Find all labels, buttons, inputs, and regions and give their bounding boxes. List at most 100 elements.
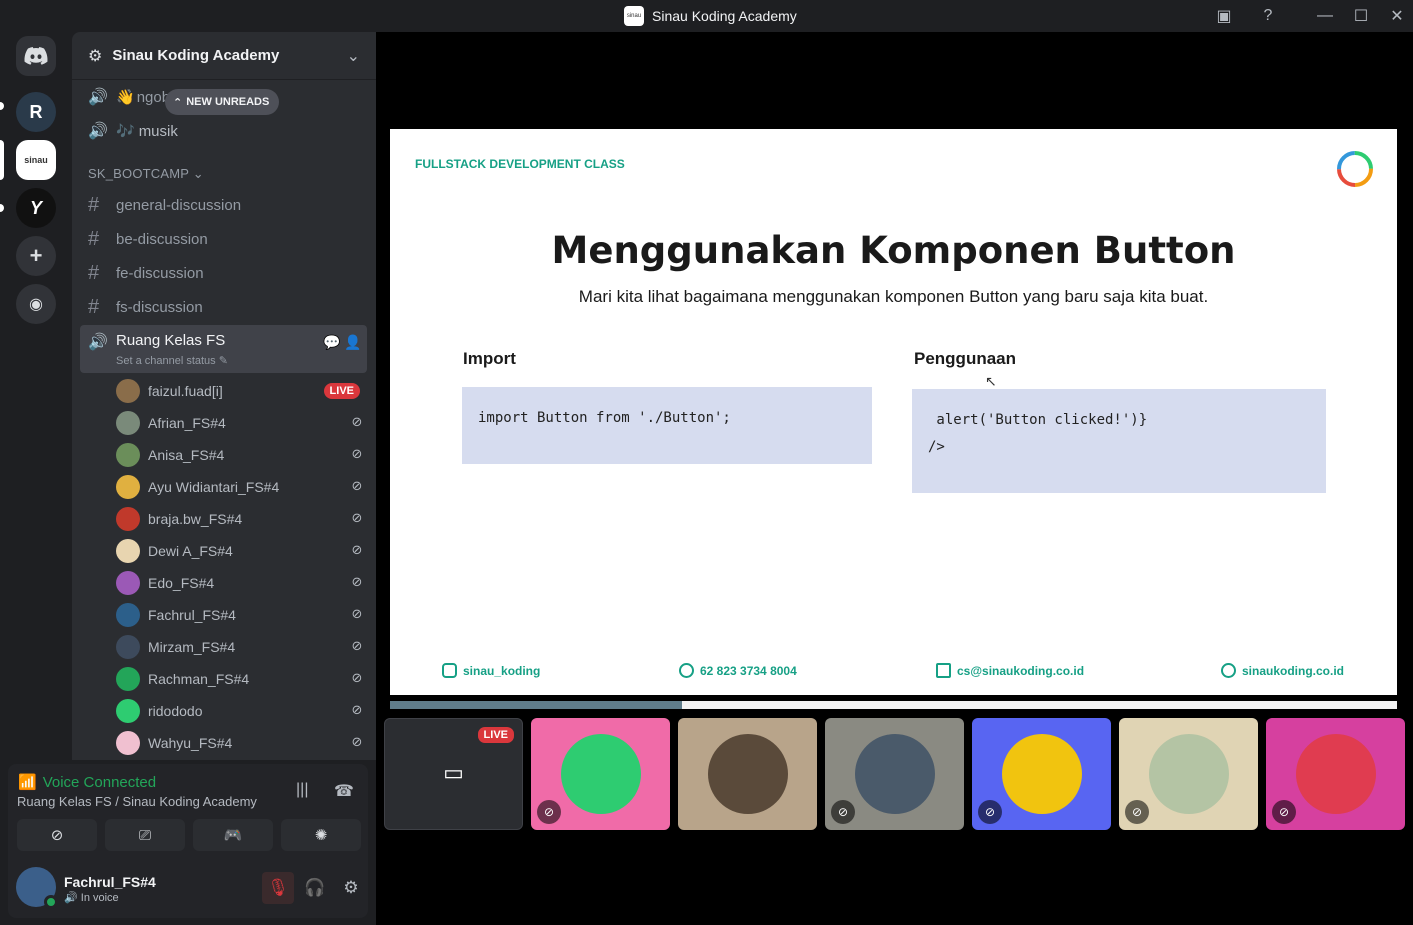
screen-share-button[interactable]: ⎚	[105, 819, 185, 851]
avatar	[1148, 734, 1229, 814]
username[interactable]: Fachrul_FS#4	[64, 874, 156, 890]
stream-progress-bar	[390, 701, 1397, 709]
chat-icon[interactable]: 💬	[323, 334, 340, 351]
chevron-down-icon: ⌄	[346, 47, 360, 65]
channel-status-input[interactable]: Set a channel status ✎	[116, 354, 228, 367]
unread-pill	[0, 102, 4, 110]
participant-tile[interactable]: ⊘	[825, 718, 964, 830]
member-name: Wahyu_FS#4	[148, 735, 233, 751]
hash-icon: #	[88, 295, 100, 318]
channel-musik[interactable]: 🔊 🎶 musik	[80, 115, 368, 147]
voice-member[interactable]: Ayu Widiantari_FS#4 ⊘	[116, 472, 366, 502]
user-status-text: In voice	[80, 892, 119, 904]
channel-general-discussion[interactable]: # general-discussion	[80, 189, 368, 221]
soundboard-button[interactable]: ✺	[281, 819, 361, 851]
channel-fs-discussion[interactable]: # fs-discussion	[80, 291, 368, 323]
instagram-contact: sinau_koding	[442, 663, 540, 678]
voice-connected-status[interactable]: 📶 Voice Connected	[18, 773, 156, 792]
slide-subtitle: Mari kita lihat bagaimana menggunakan ko…	[578, 287, 1209, 306]
member-name: braja.bw_FS#4	[148, 511, 243, 527]
invite-icon[interactable]: 👤	[344, 334, 361, 351]
mic-muted-icon: ⊘	[351, 734, 363, 749]
help-icon[interactable]: ?	[1256, 4, 1280, 28]
member-name: Rachman_FS#4	[148, 671, 250, 687]
speaker-icon: 🔊	[88, 89, 108, 106]
r-server-icon[interactable]: R	[16, 92, 56, 132]
channel-status-label: Set a channel status	[116, 355, 216, 367]
add-server-icon[interactable]: +	[16, 236, 56, 276]
settings-button[interactable]: ⚙	[335, 872, 367, 904]
channel-name: fe-discussion	[116, 264, 204, 282]
voice-member[interactable]: Edo_FS#4 ⊘	[116, 568, 366, 598]
email-contact: cs@sinaukoding.co.id	[936, 663, 1084, 678]
stream-stage[interactable]: FULLSTACK DEVELOPMENT CLASS Menggunakan …	[376, 32, 1413, 925]
voice-member[interactable]: Dewi A_FS#4 ⊘	[116, 536, 366, 566]
voice-member[interactable]: Rachman_FS#4 ⊘	[116, 664, 366, 694]
mic-muted-icon: ⊘	[351, 446, 363, 461]
website-contact: sinaukoding.co.id	[1221, 663, 1344, 678]
mic-muted-icon: ⊘	[351, 670, 363, 685]
server-name: Sinau Koding Academy	[112, 47, 280, 64]
mouse-cursor-icon: ↖	[985, 373, 997, 389]
mic-off-icon: 🎙	[267, 878, 289, 897]
channel-fe-discussion[interactable]: # fe-discussion	[80, 257, 368, 289]
voice-member[interactable]: Wahyu_FS#4 ⊘	[116, 728, 366, 758]
minimize-button[interactable]: —	[1313, 4, 1337, 28]
voice-member[interactable]: Mirzam_FS#4 ⊘	[116, 632, 366, 662]
voice-channel-name: Ruang Kelas FS	[116, 332, 226, 349]
deafen-button[interactable]: 🎧	[299, 872, 331, 904]
avatar	[116, 699, 140, 723]
voice-member[interactable]: braja.bw_FS#4 ⊘	[116, 504, 366, 534]
slide-title: Menggunakan Komponen Button	[551, 229, 1236, 272]
avatar	[707, 734, 788, 814]
voice-channel-active[interactable]: 🔊 Ruang Kelas FS Set a channel status ✎ …	[80, 325, 367, 373]
stream-progress-fill	[390, 701, 683, 709]
channel-be-discussion[interactable]: # be-discussion	[80, 223, 368, 255]
voice-member[interactable]: Afrian_FS#4 ⊘	[116, 408, 366, 438]
chevron-down-icon: ⌄	[192, 166, 204, 181]
avatar	[116, 731, 140, 755]
mic-muted-icon: ⊘	[351, 606, 363, 621]
discord-home-icon[interactable]	[16, 36, 56, 76]
member-name: Anisa_FS#4	[148, 447, 225, 463]
voice-member[interactable]: faizul.fuad[i] LIVE	[116, 376, 366, 406]
new-unreads-button[interactable]: ⌃ NEW UNREADS	[165, 89, 280, 115]
activity-button[interactable]: 🎮	[193, 819, 273, 851]
sinau-server-icon[interactable]: sinau	[16, 140, 56, 180]
stream-tile[interactable]: ▭ LIVE	[384, 718, 523, 830]
member-name: ridododo	[148, 703, 203, 719]
mic-muted-icon: ⊘	[1125, 800, 1149, 824]
live-badge: LIVE	[323, 383, 360, 399]
signal-icon: 📶	[18, 774, 37, 791]
voice-member[interactable]: Anisa_FS#4 ⊘	[116, 440, 366, 470]
maximize-button[interactable]: ☐	[1349, 4, 1373, 28]
email-address: cs@sinaukoding.co.id	[957, 663, 1085, 678]
participant-tile[interactable]	[678, 718, 817, 830]
server-header[interactable]: ⚙ Sinau Koding Academy ⌄	[72, 32, 376, 80]
mute-button[interactable]: 🎙	[262, 872, 294, 904]
channel-name: musik	[138, 122, 178, 140]
explore-icon[interactable]: ◉	[16, 284, 56, 324]
noise-suppression-icon[interactable]: |||	[296, 781, 308, 799]
avatar[interactable]	[16, 867, 58, 909]
voice-location[interactable]: Ruang Kelas FS / Sinau Koding Academy	[17, 794, 257, 809]
voice-member[interactable]: Fachrul_FS#4 ⊘	[116, 600, 366, 630]
participant-tile[interactable]: ⊘	[972, 718, 1111, 830]
website-url: sinaukoding.co.id	[1242, 663, 1345, 678]
avatar	[116, 571, 140, 595]
disconnect-icon[interactable]: ☎	[334, 781, 354, 801]
camera-off-button[interactable]: ⊘	[17, 819, 97, 851]
member-name: Dewi A_FS#4	[148, 543, 233, 559]
inbox-icon[interactable]: ▣	[1212, 4, 1236, 28]
participant-tile[interactable]: ⊘	[1119, 718, 1258, 830]
voice-member[interactable]: ridododo ⊘	[116, 696, 366, 726]
app-icon: sinau	[624, 6, 644, 26]
yo-server-icon[interactable]: Y	[16, 188, 56, 228]
import-code-block: import Button from './Button';	[462, 387, 872, 464]
close-button[interactable]: ✕	[1385, 4, 1409, 28]
participant-tile[interactable]: ⊘	[531, 718, 670, 830]
screen-icon: ▭	[443, 760, 464, 785]
participant-tile[interactable]: ⊘	[1266, 718, 1405, 830]
unread-pill	[0, 204, 4, 212]
category-header[interactable]: SK_BOOTCAMP ⌄	[88, 166, 204, 182]
